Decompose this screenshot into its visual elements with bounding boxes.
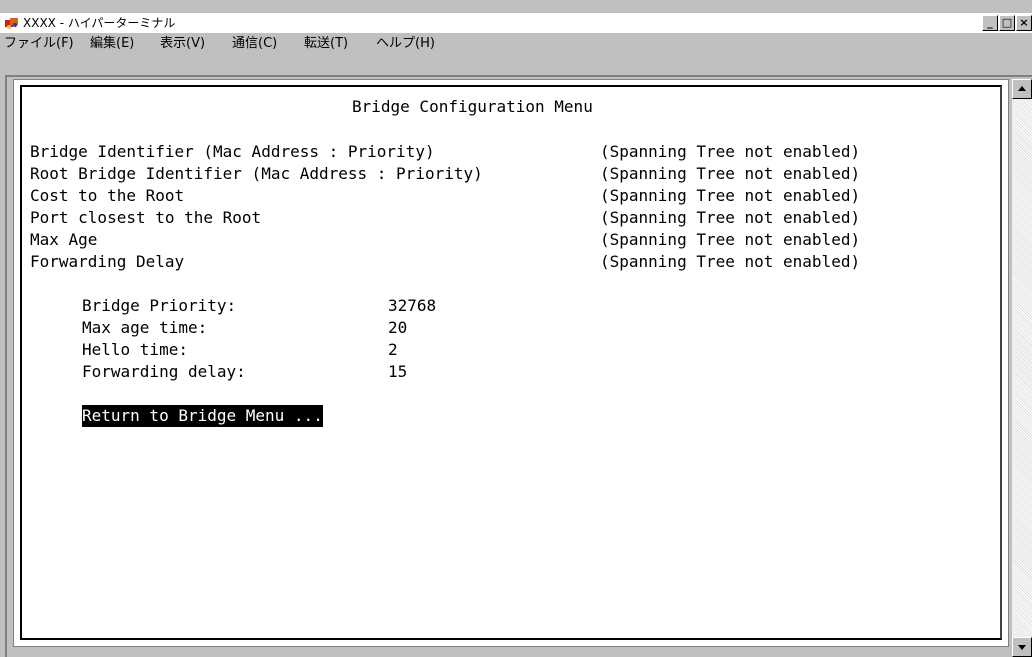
status-label-forwarding-delay: Forwarding Delay (30, 252, 185, 271)
terminal-screen[interactable]: Bridge Configuration Menu Bridge Identif… (20, 85, 1002, 640)
setting-label-forwarding-delay: Forwarding delay: (82, 362, 246, 381)
close-button[interactable]: × (1016, 15, 1032, 31)
setting-label-max-age-time: Max age time: (82, 318, 208, 337)
status-label-root-bridge-identifier: Root Bridge Identifier (Mac Address : Pr… (30, 164, 483, 183)
menu-view[interactable]: 表示(V) (160, 36, 205, 52)
return-to-bridge-menu-option[interactable]: Return to Bridge Menu ... (82, 405, 323, 427)
menu-title: Bridge Configuration Menu (352, 97, 593, 116)
menu-transfer[interactable]: 転送(T) (304, 36, 348, 52)
setting-label-bridge-priority: Bridge Priority: (82, 296, 237, 315)
hyperterminal-app-icon (5, 18, 18, 29)
status-value-port-closest-root: (Spanning Tree not enabled) (600, 208, 861, 227)
setting-value-hello-time[interactable]: 2 (388, 339, 398, 361)
status-label-port-closest-root: Port closest to the Root (30, 208, 262, 227)
setting-value-forwarding-delay[interactable]: 15 (388, 361, 407, 383)
scroll-up-button[interactable] (1012, 79, 1032, 99)
status-value-max-age: (Spanning Tree not enabled) (600, 230, 861, 249)
menu-file[interactable]: ファイル(F) (4, 36, 74, 52)
status-label-cost-to-root: Cost to the Root (30, 186, 185, 205)
scroll-down-button[interactable] (1012, 637, 1032, 657)
minimize-button[interactable]: _ (982, 15, 998, 31)
menu-edit[interactable]: 編集(E) (90, 36, 134, 52)
arrow-down-icon (1018, 645, 1026, 650)
arrow-up-icon (1018, 86, 1026, 91)
hyperterminal-window: XXXX - ハイパーターミナル _ □ × ファイル(F) 編集(E) 表示(… (0, 0, 1032, 657)
maximize-button[interactable]: □ (999, 15, 1015, 31)
status-value-root-bridge-identifier: (Spanning Tree not enabled) (600, 164, 861, 183)
setting-label-hello-time: Hello time: (82, 340, 188, 359)
title-bar[interactable]: XXXX - ハイパーターミナル _ □ × (0, 13, 1032, 33)
menu-communication[interactable]: 通信(C) (232, 36, 277, 52)
window-title: XXXX - ハイパーターミナル (23, 16, 176, 30)
setting-value-max-age-time[interactable]: 20 (388, 317, 407, 339)
menu-bar: ファイル(F) 編集(E) 表示(V) 通信(C) 転送(T) ヘルプ(H) (0, 33, 1032, 55)
menu-help[interactable]: ヘルプ(H) (376, 36, 435, 52)
status-value-forwarding-delay: (Spanning Tree not enabled) (600, 252, 861, 271)
setting-value-bridge-priority[interactable]: 32768 (388, 295, 436, 317)
status-label-max-age: Max Age (30, 230, 98, 249)
status-value-cost-to-root: (Spanning Tree not enabled) (600, 186, 861, 205)
status-value-bridge-identifier: (Spanning Tree not enabled) (600, 142, 861, 161)
status-label-bridge-identifier: Bridge Identifier (Mac Address : Priorit… (30, 142, 435, 161)
vertical-scrollbar[interactable] (1012, 79, 1032, 657)
